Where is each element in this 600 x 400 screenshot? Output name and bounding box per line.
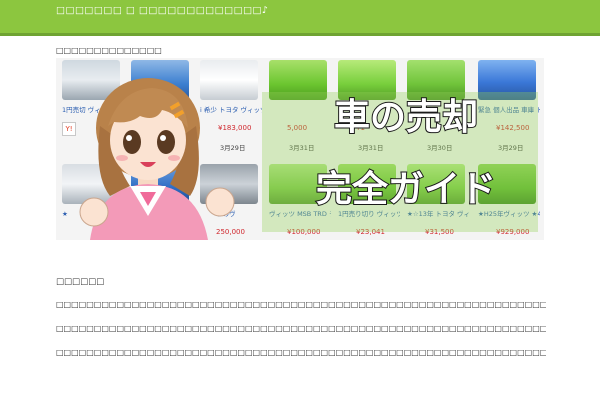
hero-title-line2: 完全ガイド [315, 168, 497, 211]
site-title[interactable]: □□□□□□□ □ □□□□□□□□□□□□□♪ [56, 5, 269, 16]
article-paragraph: □□□□□□□□□□□□□□□□□□□□□□□□□□□□□□□□□□□□□□□□… [56, 324, 546, 333]
site-header: □□□□□□□ □ □□□□□□□□□□□□□♪ [0, 0, 600, 36]
article-paragraph: □□□□□□□□□□□□□□□□□□□□□□□□□□□□□□□□□□□□□□□□… [56, 348, 546, 357]
article-paragraph: □□□□□□□□□□□□□□□□□□□□□□□□□□□□□□□□□□□□□□□□… [56, 300, 546, 309]
mascot-girl-illustration [79, 78, 235, 240]
hero-banner[interactable]: 1円売切 ヴィッツ Y! i 希少 トヨタ ヴィッツTRD-MSB ¥183,0… [56, 58, 544, 240]
hero-title-line1: 車の売却 [333, 96, 479, 139]
breadcrumb[interactable]: □□□□□□□□□□□□□□ [56, 46, 162, 55]
section-heading: □□□□□□ [56, 277, 105, 287]
